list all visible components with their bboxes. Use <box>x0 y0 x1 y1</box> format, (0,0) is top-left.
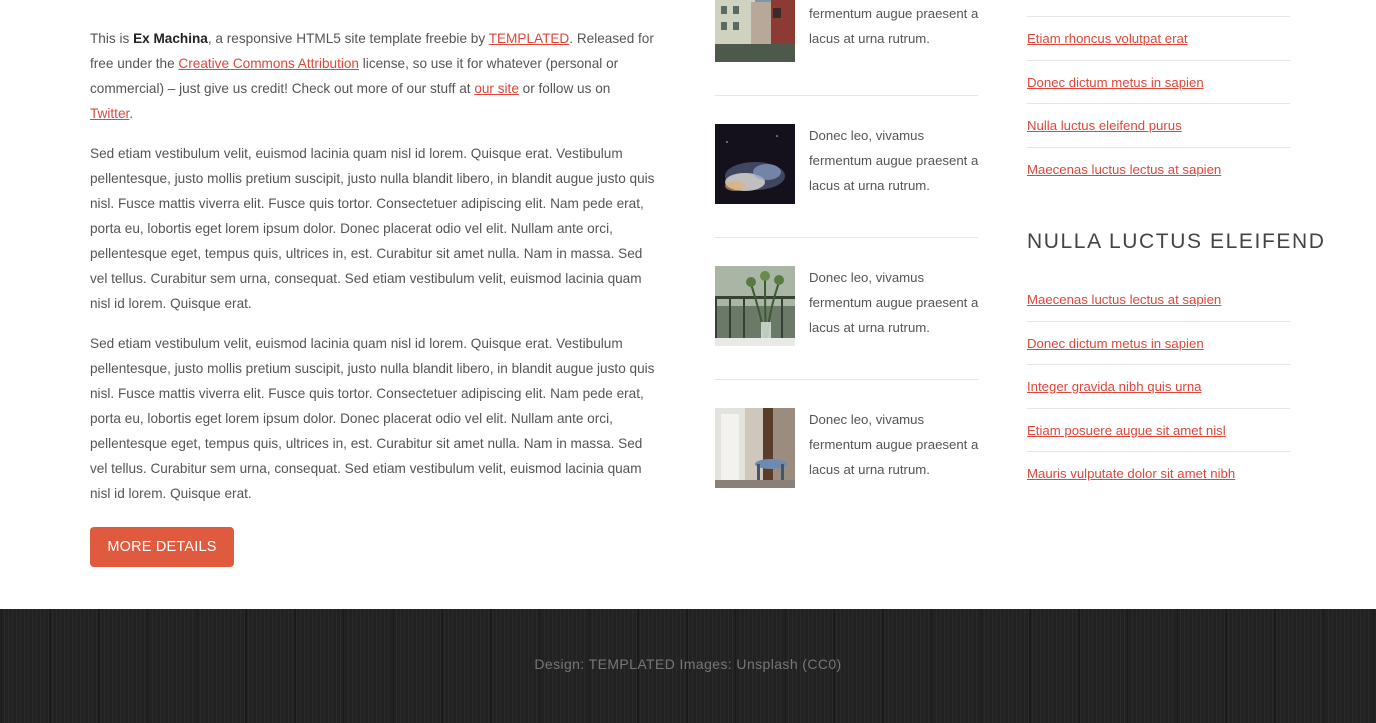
sidebar-heading: NULLA LUCTUS ELEIFEND <box>1027 230 1326 253</box>
post-text: Donec leo, vivamus fermentum augue praes… <box>809 412 979 477</box>
sidebar-link[interactable]: Integer gravida nibh quis urna <box>1027 379 1201 394</box>
divider <box>715 379 978 380</box>
list-item: Maecenas luctus lectus at sapien <box>1027 278 1290 322</box>
footer-credits: Design: TEMPLATED Images: Unsplash (CC0) <box>534 656 842 672</box>
intro-text: or follow us on <box>518 81 611 96</box>
intro-text: This is <box>90 31 134 46</box>
list-item: Donec dictum metus in sapien <box>1027 61 1290 104</box>
templated-link[interactable]: TEMPLATED <box>489 31 570 46</box>
main-content: This is Ex Machina, a responsive HTML5 s… <box>90 26 655 567</box>
creative-commons-link[interactable]: Creative Commons Attribution <box>178 56 359 71</box>
intro-text: . <box>129 106 134 121</box>
sidebar-link[interactable]: Etiam rhoncus volutpat erat <box>1027 31 1188 46</box>
intro-text: , a responsive HTML5 site template freeb… <box>207 31 489 46</box>
footer: Design: TEMPLATED Images: Unsplash (CC0) <box>0 609 1376 723</box>
post-text: Donec leo, vivamus fermentum augue praes… <box>809 270 979 335</box>
intro-paragraph: This is Ex Machina, a responsive HTML5 s… <box>90 26 655 126</box>
sidebar-link[interactable]: Donec dictum metus in sapien <box>1027 336 1204 351</box>
sidebar-link-list: Etiam rhoncus volutpat erat Donec dictum… <box>1027 17 1290 191</box>
list-item: Nulla luctus eleifend purus <box>1027 104 1290 148</box>
list-item: Integer gravida nibh quis urna <box>1027 365 1290 409</box>
sidebar-link[interactable]: Maecenas luctus lectus at sapien <box>1027 162 1221 177</box>
post-thumbnail-image[interactable] <box>715 0 795 62</box>
list-item: Mauris vulputate dolor sit amet nibh <box>1027 452 1290 496</box>
post-thumbnail-image[interactable] <box>715 266 795 346</box>
sidebar-link[interactable]: Etiam posuere augue sit amet nisl <box>1027 423 1226 438</box>
divider <box>715 237 978 238</box>
twitter-link[interactable]: Twitter <box>90 106 129 121</box>
sidebar-link[interactable]: Nulla luctus eleifend purus <box>1027 118 1182 133</box>
sidebar-link[interactable]: Mauris vulputate dolor sit amet nibh <box>1027 466 1235 481</box>
divider <box>715 95 978 96</box>
sidebar-link-list: Maecenas luctus lectus at sapien Donec d… <box>1027 278 1290 496</box>
our-site-link[interactable]: our site <box>474 81 519 96</box>
body-paragraph: Sed etiam vestibulum velit, euismod laci… <box>90 336 655 501</box>
sidebar-link[interactable]: Maecenas luctus lectus at sapien <box>1027 292 1221 307</box>
brand-name: Ex Machina <box>133 31 208 46</box>
list-item: Etiam posuere augue sit amet nisl <box>1027 409 1290 452</box>
list-item: Donec dictum metus in sapien <box>1027 322 1290 365</box>
post-thumbnail-image[interactable] <box>715 124 795 204</box>
post-text: fermentum augue praesent a lacus at urna… <box>809 6 979 46</box>
post-thumbnail-image[interactable] <box>715 408 795 488</box>
post-text: Donec leo, vivamus fermentum augue praes… <box>809 128 979 193</box>
list-item: Etiam rhoncus volutpat erat <box>1027 17 1290 61</box>
body-paragraph: Sed etiam vestibulum velit, euismod laci… <box>90 146 655 311</box>
sidebar-link[interactable]: Donec dictum metus in sapien <box>1027 75 1204 90</box>
more-details-button[interactable]: MORE DETAILS <box>90 527 234 567</box>
list-item: Maecenas luctus lectus at sapien <box>1027 148 1290 192</box>
